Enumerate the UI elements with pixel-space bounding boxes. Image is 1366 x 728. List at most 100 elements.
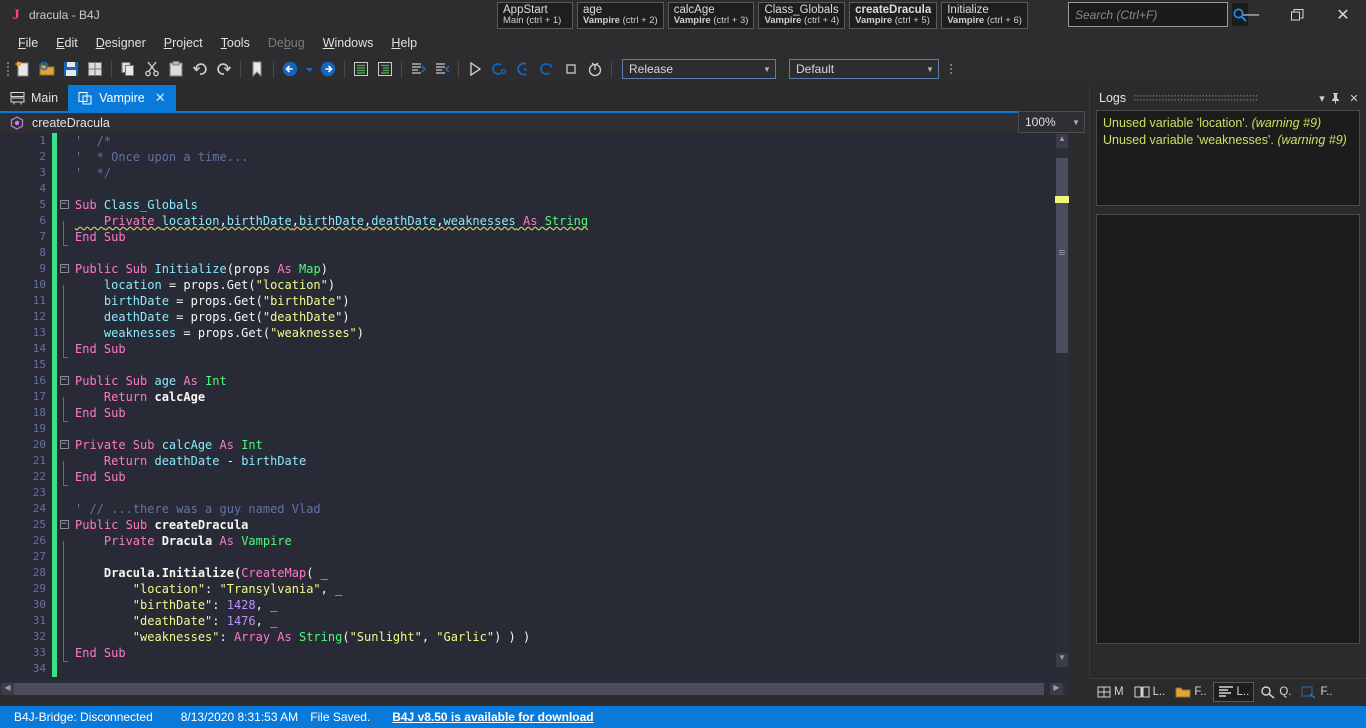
outdent-icon[interactable] [373,57,397,81]
navigate-back-icon[interactable] [278,57,302,81]
update-download-link[interactable]: B4J v8.50 is available for download [370,710,593,724]
code-line[interactable]: 13 weaknesses = props.Get("weaknesses") [0,325,1069,349]
navigate-back-dropdown-icon[interactable] [302,57,316,81]
chevron-down-icon[interactable]: ▼ [1068,118,1084,127]
code-line[interactable]: 34 [0,661,1069,677]
code-line[interactable]: 21 Return deathDate - birthDate [0,453,1069,477]
code-line[interactable]: 3 ' */ [0,165,1069,181]
menu-help[interactable]: Help [382,33,426,53]
code-line[interactable]: 24 ' // ...there was a guy named Vlad [0,501,1069,517]
bookmark-button-appstart[interactable]: AppStart Main (ctrl + 1) [497,2,573,29]
scroll-up-button[interactable]: ▲ [1056,134,1068,148]
undo-icon[interactable] [188,57,212,81]
build-target-dropdown[interactable]: Default ▼ [789,59,939,79]
code-line[interactable]: 16− Public Sub age As Int [0,373,1069,389]
close-icon[interactable]: ✕ [1346,92,1362,105]
menu-file[interactable]: File [9,33,47,53]
debug-step-icon[interactable] [511,57,535,81]
bookmark-button-initialize[interactable]: Initialize Vampire (ctrl + 6) [941,2,1028,29]
save-all-icon[interactable] [83,57,107,81]
code-line[interactable]: 29 "location": "Transylvania", _ [0,581,1069,605]
code-line[interactable]: 22 End Sub [0,469,1069,486]
menu-debug[interactable]: Debug [259,33,314,53]
stop-icon[interactable] [559,57,583,81]
toolbar-grip[interactable] [4,60,11,78]
dock-item-quick-search[interactable]: Q. [1256,683,1295,701]
code-line[interactable]: 12 deathDate = props.Get("deathDate") [0,309,1069,333]
indent-icon[interactable] [349,57,373,81]
fold-marker[interactable]: − [57,373,71,389]
code-line[interactable]: 32 "weaknesses": Array As String("Sunlig… [0,629,1069,653]
run-icon[interactable] [463,57,487,81]
code-line[interactable]: 31 "deathDate": 1476, _ [0,613,1069,637]
bookmark-button-age[interactable]: age Vampire (ctrl + 2) [577,2,664,29]
editor-horizontal-scrollbar[interactable]: ◀ ▶ [0,682,1069,696]
menu-project[interactable]: Project [155,33,212,53]
code-line[interactable]: 6 Private location,birthDate,birthDate,d… [0,213,1069,237]
debug-icon[interactable] [487,57,511,81]
restore-button[interactable] [1274,0,1320,30]
tab-main[interactable]: Main [0,85,68,111]
code-line[interactable]: 26 Private Dracula As Vampire [0,533,1069,557]
code-line[interactable]: 28 Dracula.Initialize(CreateMap( _ [0,565,1069,589]
code-line[interactable]: 1 ' /* [0,133,1069,149]
code-line[interactable]: 9− Public Sub Initialize(props As Map) [0,261,1069,277]
code-line[interactable]: 14 End Sub [0,341,1069,358]
panel-grip[interactable] [1134,94,1306,103]
scroll-down-button[interactable]: ▼ [1056,653,1068,667]
vertical-scroll-thumb[interactable] [1056,158,1068,353]
save-icon[interactable] [59,57,83,81]
logs-output[interactable]: Unused variable 'location'. (warning #9)… [1096,110,1360,206]
dock-item-libraries[interactable]: L.. [1130,683,1170,701]
redo-icon[interactable] [212,57,236,81]
code-line[interactable]: 33 End Sub [0,645,1069,662]
toolbar-overflow-grip[interactable] [947,60,954,78]
code-line[interactable]: 11 birthDate = props.Get("birthDate") [0,293,1069,317]
menu-edit[interactable]: Edit [47,33,87,53]
code-line[interactable]: 19 [0,421,1069,437]
menu-designer[interactable]: Designer [87,33,155,53]
uncomment-block-icon[interactable] [430,57,454,81]
code-line[interactable]: 15 [0,357,1069,373]
new-file-icon[interactable] [11,57,35,81]
close-button[interactable]: ✕ [1320,0,1366,30]
comment-block-icon[interactable] [406,57,430,81]
bookmark-button-class-globals[interactable]: Class_Globals Vampire (ctrl + 4) [758,2,846,29]
navigate-forward-icon[interactable] [316,57,340,81]
code-line[interactable]: 7 End Sub [0,229,1069,246]
build-config-dropdown[interactable]: Release ▼ [622,59,776,79]
fold-marker[interactable]: − [57,261,71,277]
code-line[interactable]: 30 "birthDate": 1428, _ [0,597,1069,621]
code-line[interactable]: 20− Private Sub calcAge As Int [0,437,1069,453]
bookmark-button-calcage[interactable]: calcAge Vampire (ctrl + 3) [667,2,755,29]
horizontal-scroll-thumb[interactable] [14,683,1044,695]
clean-icon[interactable] [583,57,607,81]
code-line[interactable]: 8 [0,245,1069,261]
code-line[interactable]: 4 [0,181,1069,197]
code-line[interactable]: 27 [0,549,1069,573]
code-line[interactable]: 2 ' * Once upon a time... [0,149,1069,165]
dock-item-modules[interactable]: M [1093,683,1128,701]
fold-marker[interactable]: − [57,437,71,453]
zoom-selector[interactable]: 100% ▼ [1018,111,1085,133]
search-input[interactable] [1069,7,1232,22]
code-line[interactable]: 17 Return calcAge [0,389,1069,413]
dock-item-files[interactable]: F.. [1171,683,1210,701]
tab-vampire[interactable]: Vampire ✕ [68,85,176,111]
panel-menu-icon[interactable]: ▾ [1314,92,1330,105]
code-line[interactable]: 23 [0,485,1069,501]
minimize-button[interactable]: — [1228,0,1274,30]
paste-icon[interactable] [164,57,188,81]
bookmark-button-createdracula[interactable]: createDracula Vampire (ctrl + 5) [849,2,938,29]
search-box[interactable] [1068,2,1248,27]
editor-vertical-scrollbar[interactable]: ▲ ▼ [1055,133,1069,668]
bookmark-icon[interactable] [245,57,269,81]
code-line[interactable]: 10 location = props.Get("location") [0,277,1069,301]
code-line[interactable]: 18 End Sub [0,405,1069,422]
tab-close-icon[interactable]: ✕ [155,90,166,106]
menu-tools[interactable]: Tools [212,33,259,53]
pin-icon[interactable] [1330,92,1346,104]
menu-windows[interactable]: Windows [314,33,383,53]
fold-marker[interactable]: − [57,517,71,533]
logs-secondary-output[interactable] [1096,214,1360,644]
